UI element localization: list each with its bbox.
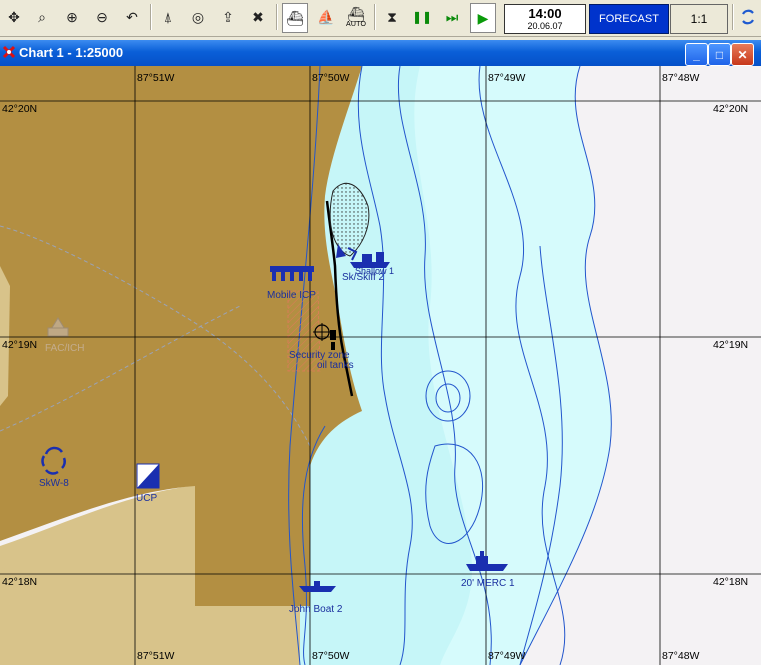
pause-icon[interactable]: ❚❚: [410, 3, 434, 31]
simulation-clock: 14:00 20.06.07: [504, 4, 586, 34]
lon-label-top-1: 87°51W: [137, 72, 175, 84]
maximize-button[interactable]: □: [708, 43, 731, 66]
compass-icon[interactable]: ⍋: [156, 3, 180, 31]
target-icon[interactable]: ◎: [186, 3, 210, 31]
oil-tanks-label: oil tanks: [317, 360, 354, 371]
chart-window-titlebar[interactable]: Chart 1 - 1:25000 _ □ ✕: [0, 40, 761, 66]
lat-label-right-1: 42°20N: [713, 103, 748, 115]
lat-label-left-2: 42°19N: [2, 339, 37, 351]
delete-icon[interactable]: ✖: [246, 3, 270, 31]
fast-forward-icon[interactable]: ⏭: [440, 3, 464, 31]
nautical-chart[interactable]: 87°51W 87°50W 87°49W 87°48W 87°51W 87°50…: [0, 66, 761, 665]
chart-canvas[interactable]: 87°51W 87°50W 87°49W 87°48W 87°51W 87°50…: [0, 66, 761, 665]
clock-date: 20.06.07: [527, 21, 563, 31]
lon-label-bottom-1: 87°51W: [137, 650, 175, 662]
pan-icon[interactable]: ✥: [2, 3, 26, 31]
forecast-button[interactable]: FORECAST: [589, 4, 669, 34]
chart-window-icon: [2, 45, 16, 64]
lat-label-right-3: 42°18N: [713, 576, 748, 588]
lon-label-top-3: 87°49W: [488, 72, 526, 84]
time-scale-button[interactable]: 1:1: [670, 4, 728, 34]
lat-label-right-2: 42°19N: [713, 339, 748, 351]
lon-label-top-4: 87°48W: [662, 72, 700, 84]
lon-label-bottom-3: 87°49W: [488, 650, 526, 662]
lon-label-bottom-4: 87°48W: [662, 650, 700, 662]
merc-1-label: 20' MERC 1: [461, 578, 515, 589]
play-icon[interactable]: ▶: [470, 3, 496, 33]
refresh-icon[interactable]: [736, 3, 760, 31]
ucp-icon[interactable]: [136, 463, 160, 489]
auto-label: AUTO: [346, 21, 367, 28]
ucp-label: UCP: [136, 493, 157, 504]
boat-shallow-label: Shallow 1: [355, 266, 394, 276]
zoom-out-icon[interactable]: ⊖: [90, 3, 114, 31]
close-button[interactable]: ✕: [731, 43, 754, 66]
ship-icon[interactable]: ⛵: [314, 3, 338, 31]
clock-time: 14:00: [528, 6, 562, 21]
export-icon[interactable]: ⇪: [216, 3, 240, 31]
main-toolbar: ✥ ⌕ ⊕ ⊖ ↶ ⍋ ◎ ⇪ ✖ ⛴ ⛵ ⛴ AUTO ⧗ ❚❚ ⏭ ▶ 14…: [0, 0, 761, 37]
undo-view-icon[interactable]: ↶: [120, 3, 144, 31]
zoom-in-icon[interactable]: ⊕: [60, 3, 84, 31]
mobile-icp-label: Mobile ICP: [267, 290, 316, 301]
skw-8-label: SkW-8: [39, 478, 69, 489]
chart-window-title: Chart 1 - 1:25000: [19, 45, 124, 60]
stop-icon[interactable]: ⧗: [380, 3, 404, 31]
vessel-mode-icon[interactable]: ⛴: [282, 3, 308, 33]
zoom-window-icon[interactable]: ⌕: [30, 3, 54, 31]
faded-label: FAC/ICH: [45, 343, 84, 354]
john-boat-2-label: John Boat 2: [289, 604, 343, 615]
lon-label-top-2: 87°50W: [312, 72, 350, 84]
minimize-button[interactable]: _: [685, 43, 708, 66]
lat-label-left-3: 42°18N: [2, 576, 37, 588]
lon-label-bottom-2: 87°50W: [312, 650, 350, 662]
lat-label-left-1: 42°20N: [2, 103, 37, 115]
